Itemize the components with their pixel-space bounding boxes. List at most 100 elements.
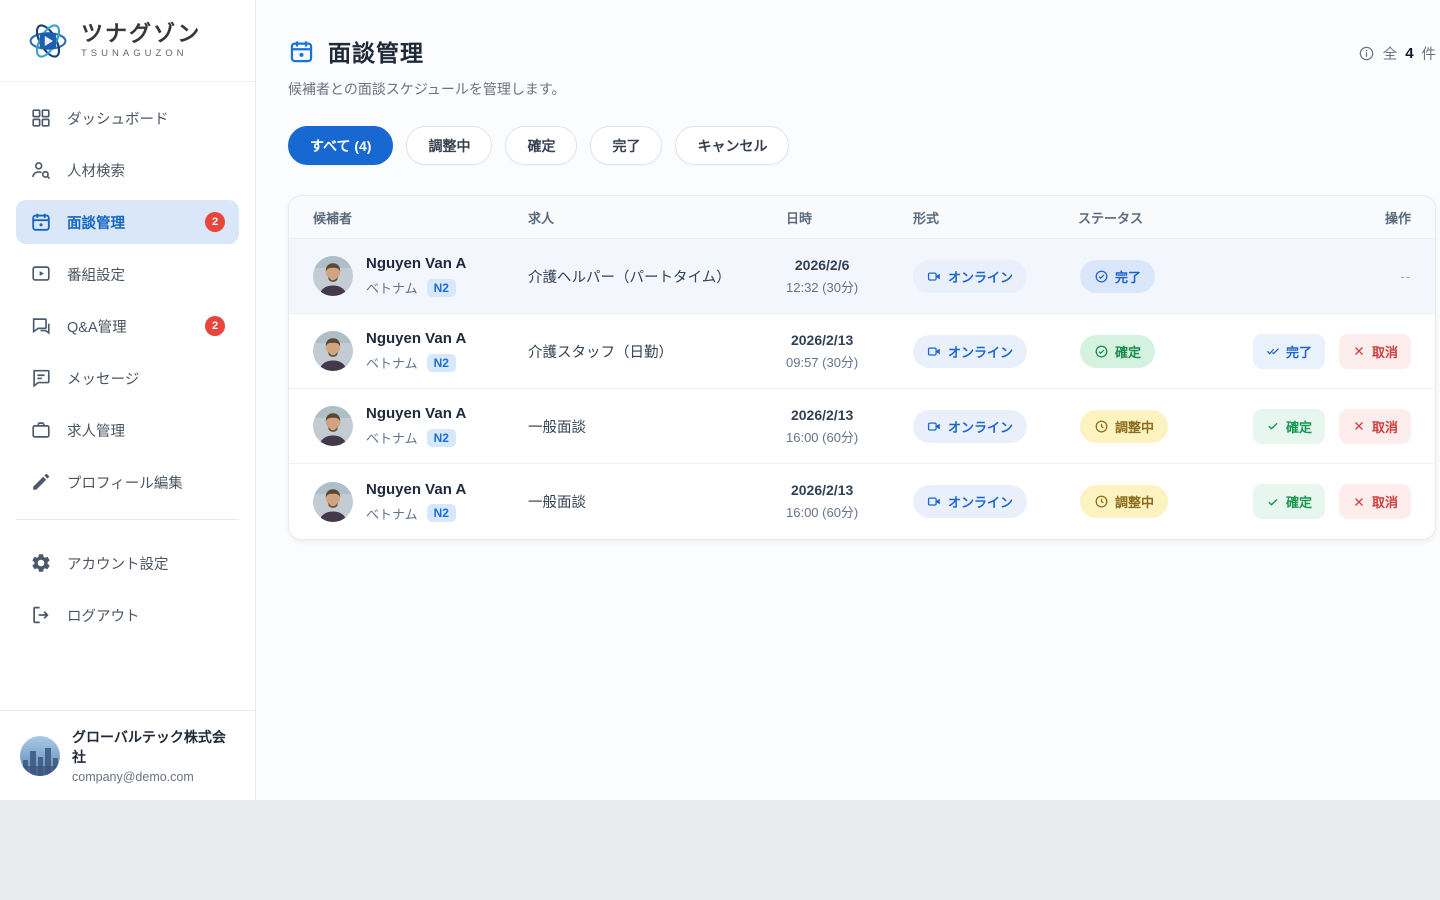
sidebar-item[interactable]: 求人管理 xyxy=(16,408,239,452)
sidebar-item[interactable]: ダッシュボード xyxy=(16,96,239,140)
interview-time: 12:32 (30分) xyxy=(786,277,858,296)
format-pill: オンライン xyxy=(913,410,1027,443)
sidebar-item-label: ダッシュボード xyxy=(67,108,169,129)
interview-date: 2026/2/6 xyxy=(795,257,850,273)
videocam-icon xyxy=(927,494,942,509)
candidate-cell: Nguyen Van AベトナムN2 xyxy=(313,255,528,297)
filter-button[interactable]: キャンセル xyxy=(675,126,789,165)
candidate-avatar xyxy=(313,331,353,371)
sidebar-nav: ダッシュボード人材検索面談管理2 番組設定 Q&A管理2 メッセージ求人管理プロフィー… xyxy=(0,82,255,504)
sidebar-divider xyxy=(16,519,239,520)
clock-icon xyxy=(1094,494,1109,509)
videocam-icon xyxy=(927,419,942,434)
sidebar-item[interactable]: Q&A管理2 xyxy=(16,304,239,348)
sidebar-item[interactable]: 面談管理2 xyxy=(16,200,239,244)
main-content: 面談管理 全 4 件 候補者との面談スケジュールを管理します。 すべて (4)調… xyxy=(256,0,1440,800)
cancel-button[interactable]: 取消 xyxy=(1339,334,1411,369)
sidebar-item[interactable]: アカウント設定 xyxy=(16,541,239,585)
jlpt-badge: N2 xyxy=(427,504,456,522)
candidate-country: ベトナム xyxy=(366,428,418,447)
interview-date: 2026/2/13 xyxy=(791,332,853,348)
interview-date: 2026/2/13 xyxy=(791,482,853,498)
chat-icon xyxy=(30,315,52,337)
sidebar-item-label: 番組設定 xyxy=(67,264,125,285)
cancel-button[interactable]: 取消 xyxy=(1339,409,1411,444)
info-icon xyxy=(1358,45,1375,62)
datetime-cell: 2026/2/13 16:00 (60分) xyxy=(786,407,858,446)
confirm-button[interactable]: 確定 xyxy=(1253,409,1325,444)
candidate-country: ベトナム xyxy=(366,278,418,297)
interview-row: Nguyen Van AベトナムN2介護ヘルパー（パートタイム）2026/2/6… xyxy=(289,239,1435,314)
job-title: 一般面談 xyxy=(528,491,778,512)
briefcase-icon xyxy=(30,419,52,441)
status-pill: 調整中 xyxy=(1080,485,1168,518)
confirm-button[interactable]: 確定 xyxy=(1253,484,1325,519)
page-header: 面談管理 全 4 件 xyxy=(288,34,1436,68)
brand-name: ツナグゾン xyxy=(81,22,201,46)
complete-button[interactable]: 完了 xyxy=(1253,334,1325,369)
candidate-cell: Nguyen Van AベトナムN2 xyxy=(313,481,528,523)
sidebar: ツナグゾン TSUNAGUZON ダッシュボード人材検索面談管理2 番組設定 Q&A… xyxy=(0,0,256,800)
filter-button[interactable]: 確定 xyxy=(505,126,577,165)
videocam-icon xyxy=(927,344,942,359)
filter-button[interactable]: 調整中 xyxy=(406,126,492,165)
interview-time: 16:00 (60分) xyxy=(786,502,858,521)
format-pill: オンライン xyxy=(913,260,1027,293)
row-actions: 確定取消 xyxy=(1253,409,1411,444)
interview-row: Nguyen Van AベトナムN2一般面談 2026/2/13 16:00 (60… xyxy=(289,464,1435,539)
total-count-suffix: 件 xyxy=(1422,43,1437,64)
gear-icon xyxy=(30,552,52,574)
format-pill: オンライン xyxy=(913,485,1027,518)
check-circle-icon xyxy=(1094,269,1109,284)
sidebar-item[interactable]: 番組設定 xyxy=(16,252,239,296)
column-header: ステータス xyxy=(1078,208,1253,227)
videocam-icon xyxy=(927,269,942,284)
cancel-button[interactable]: 取消 xyxy=(1339,484,1411,519)
candidate-cell: Nguyen Van AベトナムN2 xyxy=(313,405,528,447)
video-icon xyxy=(30,263,52,285)
jlpt-badge: N2 xyxy=(427,354,456,372)
calendar-icon xyxy=(288,38,315,65)
datetime-cell: 2026/2/13 16:00 (60分) xyxy=(786,482,858,521)
candidate-avatar xyxy=(313,482,353,522)
filter-button[interactable]: すべて (4) xyxy=(288,126,393,165)
brand-logo[interactable]: ツナグゾン TSUNAGUZON xyxy=(0,0,255,82)
sidebar-item[interactable]: メッセージ xyxy=(16,356,239,400)
column-header: 求人 xyxy=(528,208,778,227)
sidebar-item[interactable]: 人材検索 xyxy=(16,148,239,192)
check-icon xyxy=(1266,495,1280,509)
status-filter-bar: すべて (4) 調整中確定完了キャンセル xyxy=(288,126,1436,165)
interview-date: 2026/2/13 xyxy=(791,407,853,423)
x-icon xyxy=(1352,495,1366,509)
column-header: 候補者 xyxy=(313,208,528,227)
x-icon xyxy=(1352,419,1366,433)
sidebar-item-label: 求人管理 xyxy=(67,420,125,441)
pencil-icon xyxy=(30,471,52,493)
column-header: 操作 xyxy=(1253,208,1411,227)
account-profile[interactable]: グローバルテック株式会社 company@demo.com xyxy=(0,710,255,800)
candidate-name: Nguyen Van A xyxy=(366,330,466,347)
check-circle-icon xyxy=(1094,344,1109,359)
brand-logo-icon xyxy=(26,19,70,63)
format-pill: オンライン xyxy=(913,335,1027,368)
candidate-avatar xyxy=(313,256,353,296)
sidebar-item-label: ログアウト xyxy=(67,605,140,626)
row-actions: 完了取消 xyxy=(1253,334,1411,369)
candidate-name: Nguyen Van A xyxy=(366,481,466,498)
sidebar-item-label: Q&A管理 xyxy=(67,316,127,337)
candidate-cell: Nguyen Van AベトナムN2 xyxy=(313,330,528,372)
interview-time: 16:00 (60分) xyxy=(786,427,858,446)
check-icon xyxy=(1266,419,1280,433)
page-title: 面談管理 xyxy=(328,34,424,68)
sidebar-item[interactable]: プロフィール編集 xyxy=(16,460,239,504)
clock-icon xyxy=(1094,419,1109,434)
jlpt-badge: N2 xyxy=(427,429,456,447)
column-header: 日時 xyxy=(778,208,913,227)
sidebar-footer-nav: アカウント設定ログアウト xyxy=(0,527,255,637)
sidebar-item[interactable]: ログアウト xyxy=(16,593,239,637)
column-header: 形式 xyxy=(913,208,1078,227)
status-pill: 完了 xyxy=(1080,260,1155,293)
row-actions: 確定取消 xyxy=(1253,484,1411,519)
filter-button[interactable]: 完了 xyxy=(590,126,662,165)
company-avatar xyxy=(20,736,60,776)
